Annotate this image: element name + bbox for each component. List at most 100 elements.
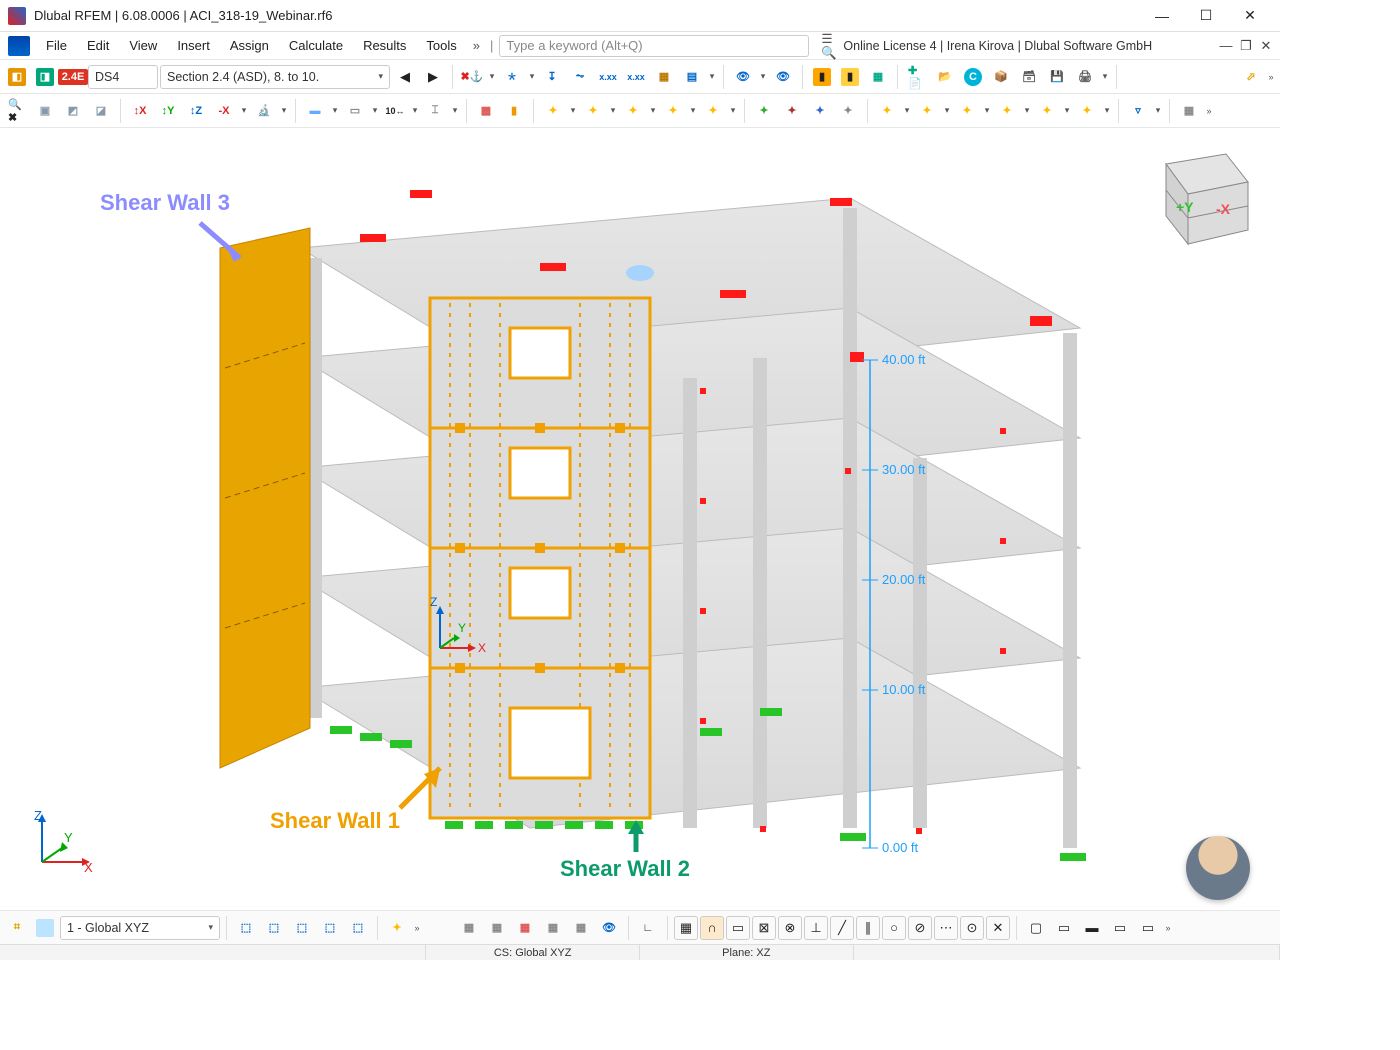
star-e-button[interactable]: ✦ (700, 98, 726, 124)
model-viewport[interactable]: 40.00 ft 30.00 ft 20.00 ft 10.00 ft 0.00… (0, 128, 1280, 926)
star-b-button[interactable]: ✦ (580, 98, 606, 124)
snap-circ-button[interactable]: ○ (882, 916, 906, 940)
menu-overflow[interactable]: » (467, 38, 486, 53)
render1-button[interactable]: ▮ (809, 64, 835, 90)
snap-par-button[interactable]: ∥ (856, 916, 880, 940)
visibility-eye-button[interactable]: 👁 (730, 64, 756, 90)
gen-f-button[interactable]: ✦ (1074, 98, 1100, 124)
nav-prev-button[interactable]: ◀ (392, 64, 418, 90)
loadcase-select[interactable]: DS4 (88, 65, 158, 89)
block-button[interactable]: 📦 (988, 64, 1014, 90)
grid-b-button[interactable]: ▦ (484, 915, 510, 941)
cs-b-button[interactable]: ⬚ (261, 915, 287, 941)
cube-results-button[interactable]: ▦ (651, 64, 677, 90)
render2-button[interactable]: ▮ (837, 64, 863, 90)
keyword-search-input[interactable]: Type a keyword (Alt+Q) (499, 35, 809, 57)
menu-results[interactable]: Results (353, 34, 416, 57)
gen-c-button[interactable]: ✦ (954, 98, 980, 124)
window-close-button[interactable]: ✕ (1228, 0, 1272, 32)
microscope-button[interactable]: 🔬 (251, 98, 277, 124)
guide-a-button[interactable]: ▢ (1023, 915, 1049, 941)
angle-button[interactable]: ∟ (635, 915, 661, 941)
coordinate-system-select[interactable]: 1 - Global XYZ▾ (60, 916, 220, 940)
eye-bottom-button[interactable]: 👁 (596, 915, 622, 941)
axis-x-button[interactable]: ↕X (127, 98, 153, 124)
visibility-eye2-button[interactable]: 👁 (770, 64, 796, 90)
toolbar1-overflow[interactable]: » (1266, 72, 1276, 82)
surface-button[interactable]: ▬ (302, 98, 328, 124)
mesh1-button[interactable]: ▩ (473, 98, 499, 124)
cloud-button[interactable]: C (960, 64, 986, 90)
cs-e-button[interactable]: ⬚ (345, 915, 371, 941)
axis-y-button[interactable]: ↕Y (155, 98, 181, 124)
snap-end-button[interactable]: ⊙ (960, 916, 984, 940)
cs-c-button[interactable]: ⬚ (289, 915, 315, 941)
menu-tools[interactable]: Tools (416, 34, 466, 57)
guide-e-button[interactable]: ▭ (1135, 915, 1161, 941)
snap-magnet-button[interactable]: ∩ (700, 916, 724, 940)
navigation-cube[interactable]: +Y -X (1136, 142, 1256, 252)
select-arrow-button[interactable]: ⬀ (1238, 64, 1264, 90)
print-button[interactable]: 🖨 (1072, 64, 1098, 90)
license-search-icon[interactable]: ☰🔍 (821, 38, 837, 54)
axis-z-button[interactable]: ↕Z (183, 98, 209, 124)
snap-tan-button[interactable]: ⊘ (908, 916, 932, 940)
spark-b-button[interactable]: ✦ (779, 98, 805, 124)
bottom-overflow-1[interactable]: » (412, 923, 422, 933)
menu-calculate[interactable]: Calculate (279, 34, 353, 57)
window-minimize-button[interactable]: — (1140, 0, 1184, 32)
guide-d-button[interactable]: ▭ (1107, 915, 1133, 941)
guide-b-button[interactable]: ▭ (1051, 915, 1077, 941)
snap-x-button[interactable]: ⊠ (752, 916, 776, 940)
delete-load-button[interactable]: ✖⚓ (459, 64, 485, 90)
star-c-button[interactable]: ✦ (620, 98, 646, 124)
find-button[interactable]: 🔍✖ (4, 98, 30, 124)
persp-view-button[interactable]: ◪ (88, 98, 114, 124)
plate-button[interactable]: ▭ (342, 98, 368, 124)
snap-mid-button[interactable]: ⋯ (934, 916, 958, 940)
menu-insert[interactable]: Insert (167, 34, 220, 57)
tool-b-button[interactable]: ↧ (539, 64, 565, 90)
menu-assign[interactable]: Assign (220, 34, 279, 57)
loadcase-badge[interactable]: 2.4E (60, 64, 86, 90)
cube-view-button[interactable]: ▣ (32, 98, 58, 124)
snap-int-button[interactable]: ✕ (986, 916, 1010, 940)
loadcase-next-button[interactable]: ◨ (32, 64, 58, 90)
menu-view[interactable]: View (119, 34, 167, 57)
grid-toggle-button[interactable]: ▦ (1176, 98, 1202, 124)
menu-edit[interactable]: Edit (77, 34, 119, 57)
spark-c-button[interactable]: ✦ (807, 98, 833, 124)
snap-rect-button[interactable]: ▭ (726, 916, 750, 940)
spark-a-button[interactable]: ✦ (751, 98, 777, 124)
mesh2-button[interactable]: ▮ (501, 98, 527, 124)
snap-line-button[interactable]: ╱ (830, 916, 854, 940)
dimension-xx2-button[interactable]: x.xx (623, 64, 649, 90)
model-manager-button[interactable]: 🗃 (1016, 64, 1042, 90)
bottom-overflow-2[interactable]: » (1163, 923, 1173, 933)
toolbar2-overflow[interactable]: » (1204, 106, 1214, 116)
gen-b-button[interactable]: ✦ (914, 98, 940, 124)
layers-button[interactable]: ▤ (679, 64, 705, 90)
tool-a-button[interactable]: 🞯 (499, 64, 525, 90)
star-a-button[interactable]: ✦ (540, 98, 566, 124)
loadcase-prev-button[interactable]: ◧ (4, 64, 30, 90)
snap-x2-button[interactable]: ⊗ (778, 916, 802, 940)
workplane-color[interactable] (32, 915, 58, 941)
grid-d-button[interactable]: ▦ (540, 915, 566, 941)
new-file-button[interactable]: ✚📄 (904, 64, 930, 90)
iso-view-button[interactable]: ◩ (60, 98, 86, 124)
grid-e-button[interactable]: ▦ (568, 915, 594, 941)
mdi-restore-button[interactable]: ❐ (1238, 38, 1254, 54)
spark-bottom-button[interactable]: ✦ (384, 915, 410, 941)
nav-next-button[interactable]: ▶ (420, 64, 446, 90)
section-select[interactable]: Section 2.4 (ASD), 8. to 10.▾ (160, 65, 390, 89)
star-d-button[interactable]: ✦ (660, 98, 686, 124)
menu-file[interactable]: File (36, 34, 77, 57)
cs-a-button[interactable]: ⬚ (233, 915, 259, 941)
gen-a-button[interactable]: ✦ (874, 98, 900, 124)
axis-neg-x-button[interactable]: -X (211, 98, 237, 124)
grid-a-button[interactable]: ▦ (456, 915, 482, 941)
filter-button[interactable]: ▿ (1125, 98, 1151, 124)
window-maximize-button[interactable]: ☐ (1184, 0, 1228, 32)
spark-d-button[interactable]: ✦ (835, 98, 861, 124)
